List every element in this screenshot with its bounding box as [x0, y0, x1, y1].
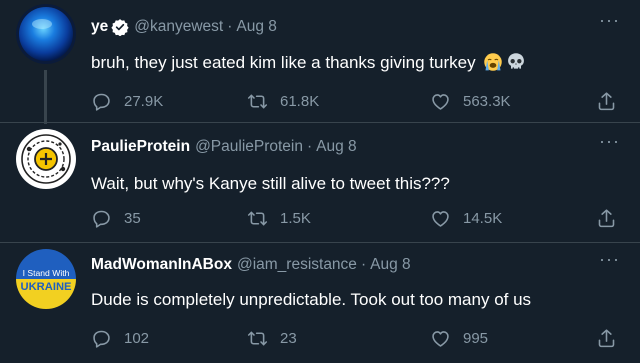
like-count: 995 [463, 330, 489, 347]
loudly-crying-face-icon [484, 53, 503, 71]
tweet-actions: 35 1.5K 14.5K [91, 208, 621, 230]
retweet-count: 23 [280, 330, 297, 347]
avatar-text-line-2: UKRAINE [21, 281, 73, 293]
verified-badge-icon [111, 19, 129, 36]
tweet-text-content: bruh, they just eated kim like a thanks … [91, 53, 476, 72]
share-button[interactable] [596, 91, 629, 112]
retweet-button[interactable]: 61.8K [247, 91, 319, 112]
tweet-date[interactable]: Aug 8 [370, 256, 411, 274]
retweet-count: 61.8K [280, 93, 320, 110]
like-button[interactable]: 995 [430, 328, 488, 349]
reply-button[interactable]: 102 [91, 328, 149, 349]
display-name[interactable]: ye [91, 18, 108, 36]
avatar-text-line-1: I Stand With [23, 268, 70, 278]
share-button[interactable] [596, 328, 629, 349]
more-options-icon[interactable]: ··· [599, 10, 620, 31]
reply-icon [93, 210, 110, 228]
display-name[interactable]: MadWomanInABox [91, 256, 232, 274]
separator: · [360, 256, 367, 273]
retweet-icon [247, 211, 268, 226]
tweet[interactable]: I Stand With UKRAINE MadWomanInABox @iam… [0, 242, 640, 363]
avatar[interactable]: I Stand With UKRAINE [16, 249, 76, 309]
like-count: 14.5K [463, 210, 503, 227]
like-count: 563.3K [463, 93, 511, 110]
tweet-text: Wait, but why's Kanye still alive to twe… [91, 174, 450, 193]
share-button[interactable] [596, 208, 629, 229]
avatar[interactable] [16, 4, 76, 64]
retweet-count: 1.5K [280, 210, 311, 227]
retweet-button[interactable]: 23 [247, 328, 297, 349]
heart-icon [432, 211, 449, 227]
tweet-actions: 27.9K 61.8K 563.3K [91, 91, 621, 113]
tweet-header: ye @kanyewest · Aug 8 [91, 18, 277, 36]
reply-button[interactable]: 27.9K [91, 91, 163, 112]
tweet-date[interactable]: Aug 8 [316, 138, 357, 156]
more-options-icon[interactable]: ··· [599, 249, 620, 270]
tweet-text: Dude is completely unpredictable. Took o… [91, 290, 532, 309]
tweet-date[interactable]: Aug 8 [236, 18, 277, 36]
share-icon [598, 92, 615, 111]
tweet-header: PaulieProtein @PaulieProtein · Aug 8 [91, 138, 357, 156]
retweet-icon [247, 331, 268, 346]
separator: · [307, 138, 313, 155]
user-handle[interactable]: @PaulieProtein [195, 138, 303, 156]
like-button[interactable]: 14.5K [430, 208, 502, 229]
heart-icon [432, 331, 449, 347]
separator: · [227, 18, 233, 35]
reply-icon [93, 93, 110, 111]
tweet-text: bruh, they just eated kim like a thanks … [91, 52, 526, 73]
thread-line [44, 70, 47, 124]
tweet[interactable]: ye @kanyewest · Aug 8 ··· bruh, they jus… [0, 0, 640, 124]
heart-icon [432, 94, 449, 110]
share-icon [598, 209, 615, 228]
display-name[interactable]: PaulieProtein [91, 138, 190, 156]
reply-button[interactable]: 35 [91, 208, 141, 229]
skull-icon [508, 53, 525, 69]
tweet[interactable]: PaulieProtein @PaulieProtein · Aug 8 ···… [0, 122, 640, 243]
reply-icon [93, 330, 110, 348]
retweet-icon [247, 94, 268, 109]
reply-count: 35 [124, 210, 141, 227]
reply-count: 27.9K [124, 93, 164, 110]
reply-count: 102 [124, 330, 150, 347]
more-options-icon[interactable]: ··· [599, 131, 620, 152]
tweet-actions: 102 23 995 [91, 328, 621, 350]
like-button[interactable]: 563.3K [430, 91, 511, 112]
user-handle[interactable]: @iam_resistance [237, 256, 357, 274]
retweet-button[interactable]: 1.5K [247, 208, 311, 229]
avatar[interactable] [16, 129, 76, 189]
user-handle[interactable]: @kanyewest [134, 18, 223, 36]
share-icon [598, 329, 615, 348]
tweet-header: MadWomanInABox @iam_resistance · Aug 8 [91, 256, 411, 274]
